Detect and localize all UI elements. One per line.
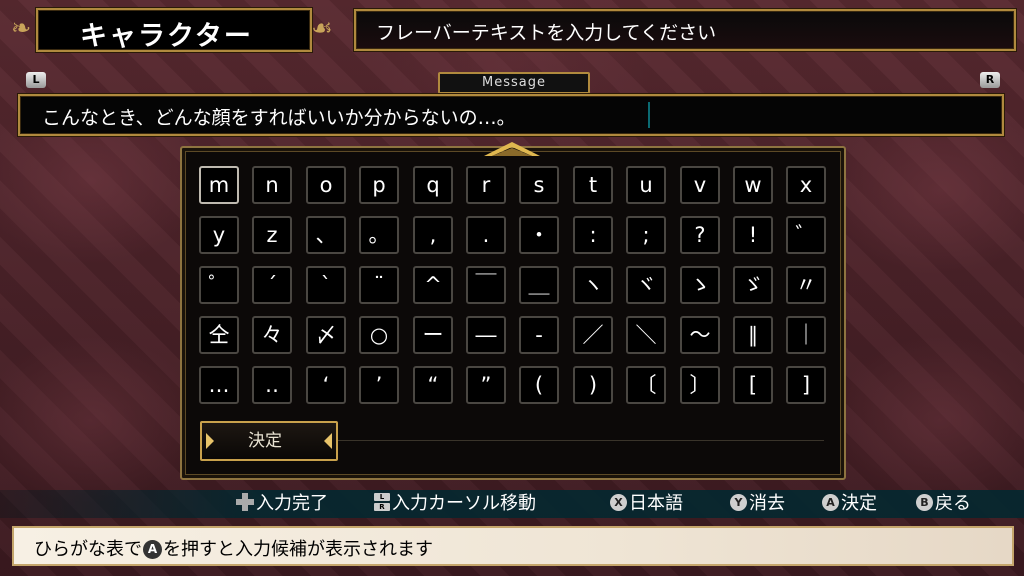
x-button-icon: X — [610, 493, 627, 511]
key-button[interactable]: q — [413, 166, 453, 204]
key-button[interactable]: r — [466, 166, 506, 204]
key-button[interactable]: ¨ — [359, 266, 399, 304]
key-button[interactable]: u — [626, 166, 666, 204]
l-shoulder-icon[interactable]: L — [26, 72, 46, 88]
key-button[interactable]: s — [519, 166, 559, 204]
key-button[interactable]: ) — [573, 366, 613, 404]
help-cursor: L R 入力カーソル移動 — [374, 490, 536, 518]
b-button-icon: B — [916, 493, 933, 511]
y-button-icon: Y — [730, 493, 747, 511]
key-button[interactable]: ´ — [252, 266, 292, 304]
hint-text-before: ひらがな表で — [34, 539, 142, 560]
help-cursor-label: 入力カーソル移動 — [392, 493, 536, 514]
key-button[interactable]: 仝 — [199, 316, 239, 354]
key-button[interactable]: : — [573, 216, 613, 254]
hint-text: ひらがな表で A を押すと入力候補が表示されます — [34, 535, 433, 561]
key-button[interactable]: ; — [626, 216, 666, 254]
text-caret — [648, 102, 650, 128]
help-delete: Y 消去 — [730, 490, 785, 518]
keyboard-up-arrow-icon — [484, 142, 540, 156]
key-button[interactable]: ’ — [359, 366, 399, 404]
key-button[interactable]: … — [199, 366, 239, 404]
help-confirm-label: 決定 — [841, 493, 877, 514]
key-button[interactable]: ∥ — [733, 316, 773, 354]
plus-button-icon — [236, 493, 254, 511]
key-button[interactable]: ` — [306, 266, 346, 304]
key-button[interactable]: 々 — [252, 316, 292, 354]
confirm-button[interactable]: 決定 — [200, 421, 338, 461]
key-button[interactable]: ( — [519, 366, 559, 404]
key-button[interactable]: ／ — [573, 316, 613, 354]
key-button[interactable]: n — [252, 166, 292, 204]
help-delete-label: 消去 — [749, 493, 785, 514]
key-button[interactable]: y — [199, 216, 239, 254]
key-button[interactable]: 。 — [359, 216, 399, 254]
key-button[interactable]: ― — [466, 316, 506, 354]
key-button[interactable]: ｜ — [786, 316, 826, 354]
key-button[interactable]: p — [359, 166, 399, 204]
key-button[interactable]: ! — [733, 216, 773, 254]
page-title: キャラクター — [80, 21, 253, 52]
key-button[interactable]: ^ — [413, 266, 453, 304]
key-button[interactable]: ＼ — [626, 316, 666, 354]
key-button[interactable]: ? — [680, 216, 720, 254]
ornament-left-icon: ❧ — [10, 14, 32, 42]
title-box: キャラクター — [36, 8, 312, 52]
help-back: B 戻る — [916, 490, 971, 518]
hint-bar: ひらがな表で A を押すと入力候補が表示されます — [12, 526, 1014, 566]
message-label: Message — [438, 72, 590, 94]
key-button[interactable]: 〃 — [786, 266, 826, 304]
help-finish: 入力完了 — [236, 490, 328, 518]
r-shoulder-icon[interactable]: R — [980, 72, 1000, 88]
prompt-box: フレーバーテキストを入力してください — [354, 9, 1016, 51]
help-confirm: A 決定 — [822, 490, 877, 518]
key-button[interactable]: , — [413, 216, 453, 254]
a-button-icon: A — [822, 493, 839, 511]
key-button[interactable]: ～ — [680, 316, 720, 354]
message-input[interactable]: こんなとき、どんな顔をすればいいか分からないの…。 — [18, 94, 1004, 136]
key-button[interactable]: ・ — [519, 216, 559, 254]
key-button[interactable]: “ — [413, 366, 453, 404]
key-button[interactable]: ヾ — [626, 266, 666, 304]
ornament-right-icon: ☙ — [311, 14, 333, 42]
key-button[interactable]: o — [306, 166, 346, 204]
key-button[interactable]: ー — [413, 316, 453, 354]
hint-text-after: を押すと入力候補が表示されます — [163, 539, 433, 560]
key-button[interactable]: ” — [466, 366, 506, 404]
lr-button-icon: LR — [374, 493, 390, 511]
key-button[interactable]: ‥ — [252, 366, 292, 404]
key-button[interactable]: . — [466, 216, 506, 254]
key-button[interactable]: ゞ — [733, 266, 773, 304]
key-button[interactable]: ヽ — [573, 266, 613, 304]
key-button[interactable]: 〕 — [680, 366, 720, 404]
key-button[interactable]: x — [786, 166, 826, 204]
help-back-label: 戻る — [935, 493, 971, 514]
key-button[interactable]: ] — [786, 366, 826, 404]
key-button[interactable]: ゜ — [199, 266, 239, 304]
key-button[interactable]: ‘ — [306, 366, 346, 404]
key-button[interactable]: ￣ — [466, 266, 506, 304]
help-finish-label: 入力完了 — [256, 493, 328, 514]
key-button[interactable]: w — [733, 166, 773, 204]
key-button[interactable]: m — [199, 166, 239, 204]
key-button[interactable]: 〆 — [306, 316, 346, 354]
key-button[interactable]: v — [680, 166, 720, 204]
key-button[interactable]: ゛ — [786, 216, 826, 254]
prompt-text: フレーバーテキストを入力してください — [376, 22, 717, 44]
key-button[interactable]: 〔 — [626, 366, 666, 404]
help-japanese-label: 日本語 — [629, 493, 683, 514]
key-button[interactable]: t — [573, 166, 613, 204]
a-button-icon: A — [143, 540, 162, 559]
key-button[interactable]: z — [252, 216, 292, 254]
key-button[interactable]: [ — [733, 366, 773, 404]
key-button[interactable]: ○ — [359, 316, 399, 354]
key-button[interactable]: ‐ — [519, 316, 559, 354]
divider — [338, 440, 824, 441]
key-button[interactable]: ゝ — [680, 266, 720, 304]
key-button[interactable]: ＿ — [519, 266, 559, 304]
key-button[interactable]: 、 — [306, 216, 346, 254]
help-japanese: X 日本語 — [610, 490, 683, 518]
message-value: こんなとき、どんな顔をすればいいか分からないの…。 — [42, 107, 516, 129]
